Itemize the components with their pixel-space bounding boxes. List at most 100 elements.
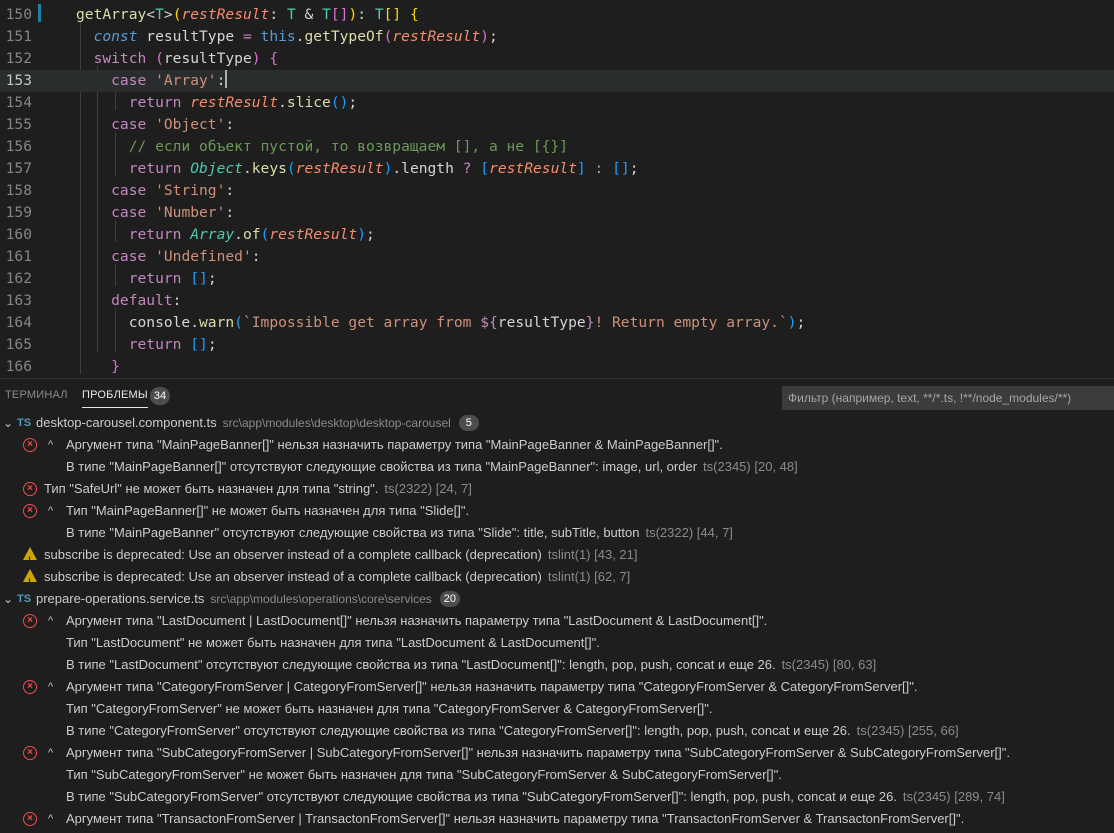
collapse-chevron-icon[interactable]: ^	[48, 434, 53, 456]
problem-detail-row[interactable]: Тип "SubCategoryFromServer" не может быт…	[0, 764, 1114, 786]
problem-error-row[interactable]: × ^ Аргумент типа "SubCategoryFromServer |…	[0, 742, 1114, 764]
problem-error-row[interactable]: × ^ Тип "MainPageBanner[]" не может быть н…	[0, 500, 1114, 522]
code-text: case 'String':	[76, 182, 235, 199]
file-path: src\app\modules\desktop\desktop-carousel	[222, 416, 451, 430]
line-number: 158	[5, 182, 32, 199]
collapse-chevron-icon[interactable]: ^	[48, 610, 53, 632]
line-number: 163	[5, 292, 32, 309]
problem-source: ts(2345) [20, 48]	[703, 459, 798, 474]
problem-message: Тип "SafeUrl" не может быть назначен для…	[44, 481, 472, 496]
problem-message: Аргумент типа "MainPageBanner[]" нельзя …	[66, 437, 723, 452]
problem-detail-row[interactable]: В типе "MainPageBanner" отсутствуют след…	[0, 522, 1114, 544]
line-number: 154	[5, 94, 32, 111]
file-name: prepare-operations.service.ts src\app\mod…	[36, 588, 461, 610]
code-line[interactable]: 160 return Array.of(restResult);	[0, 224, 1114, 246]
chevron-down-icon[interactable]: ⌄	[3, 588, 13, 610]
problem-message: В типе "SubCategoryFromServer" отсутству…	[66, 789, 1005, 804]
chevron-down-icon[interactable]: ⌄	[3, 412, 13, 434]
code-line[interactable]: 155 case 'Object':	[0, 114, 1114, 136]
problem-error-row[interactable]: × ^ Аргумент типа "CategoryFromServer | Ca…	[0, 676, 1114, 698]
error-icon: ×	[23, 746, 37, 760]
warning-icon	[23, 547, 37, 571]
collapse-chevron-icon[interactable]: ^	[48, 742, 53, 764]
problem-detail-row[interactable]: В типе "CategoryFromServer" отсутствуют …	[0, 720, 1114, 742]
problem-detail-row[interactable]: Тип "LastDocument" не может быть назначе…	[0, 632, 1114, 654]
code-line[interactable]: 154 return restResult.slice();	[0, 92, 1114, 114]
tab-problems[interactable]: ПРОБЛЕМЫ	[82, 389, 148, 408]
code-text: return restResult.slice();	[76, 94, 358, 111]
problem-detail-row[interactable]: Тип "CategoryFromServer" не может быть н…	[0, 698, 1114, 720]
line-number: 153	[5, 72, 32, 89]
tab-terminal[interactable]: ТЕРМИНАЛ	[5, 389, 68, 401]
line-number: 152	[5, 50, 32, 67]
code-line[interactable]: 166 }	[0, 356, 1114, 378]
code-line[interactable]: 163 default:	[0, 290, 1114, 312]
code-line[interactable]: 158 case 'String':	[0, 180, 1114, 202]
problem-error-row[interactable]: × ^ Аргумент типа "TransactonFromServer | …	[0, 808, 1114, 830]
code-line[interactable]: 156 // если объект пустой, то возвращаем…	[0, 136, 1114, 158]
line-number: 157	[5, 160, 32, 177]
problem-error-row[interactable]: × ^ Аргумент типа "LastDocument | LastDocu…	[0, 610, 1114, 632]
problem-file-group[interactable]: ⌄ TS desktop-carousel.component.ts src\app\…	[0, 412, 1114, 434]
code-line[interactable]: 151 const resultType = this.getTypeOf(re…	[0, 26, 1114, 48]
file-path: src\app\modules\operations\core\services	[210, 592, 432, 606]
code-text: switch (resultType) {	[76, 50, 279, 67]
problem-source: tslint(1) [43, 21]	[547, 547, 638, 562]
problem-message: Тип "SubCategoryFromServer" не может быт…	[66, 767, 782, 782]
text-cursor	[225, 70, 228, 88]
code-line[interactable]: 157 return Object.keys(restResult).lengt…	[0, 158, 1114, 180]
code-line[interactable]: 153 case 'Array':	[0, 70, 1114, 92]
problem-message: Тип "CategoryFromServer" не может быть н…	[66, 701, 713, 716]
problem-source: ts(2345) [255, 66]	[856, 723, 959, 738]
code-line[interactable]: 159 case 'Number':	[0, 202, 1114, 224]
problems-count-badge: 34	[150, 387, 170, 405]
problem-error-row[interactable]: × ^ Аргумент типа "MainPageBanner[]" нельз…	[0, 434, 1114, 456]
problem-message: subscribe is deprecated: Use an observer…	[44, 547, 638, 562]
code-text: default:	[76, 292, 182, 309]
problem-message: subscribe is deprecated: Use an observer…	[44, 569, 631, 584]
problem-detail-row[interactable]: В типе "LastDocument" отсутствуют следую…	[0, 654, 1114, 676]
code-line[interactable]: 152 switch (resultType) {	[0, 48, 1114, 70]
problem-warning-row[interactable]: subscribe is deprecated: Use an observer…	[0, 544, 1114, 571]
collapse-chevron-icon[interactable]: ^	[48, 500, 53, 522]
problem-file-group[interactable]: ⌄ TS prepare-operations.service.ts src\app\…	[0, 588, 1114, 610]
file-problem-count: 20	[439, 591, 461, 607]
code-text: return Array.of(restResult);	[76, 226, 375, 243]
problem-detail-row[interactable]: В типе "SubCategoryFromServer" отсутству…	[0, 786, 1114, 808]
problem-message: В типе "LastDocument" отсутствуют следую…	[66, 657, 877, 672]
problem-source: ts(2322) [44, 7]	[645, 525, 733, 540]
code-line[interactable]: 162 return [];	[0, 268, 1114, 290]
typescript-file-icon: TS	[17, 417, 32, 429]
error-icon: ×	[23, 504, 37, 518]
code-line[interactable]: 164 console.warn(`Impossible get array f…	[0, 312, 1114, 334]
panel-tabs: ТЕРМИНАЛ ПРОБЛЕМЫ 34	[0, 379, 1114, 415]
code-text: const resultType = this.getTypeOf(restRe…	[76, 28, 498, 45]
problem-message: В типе "CategoryFromServer" отсутствуют …	[66, 723, 959, 738]
problem-message: В типе "MainPageBanner" отсутствуют след…	[66, 525, 733, 540]
line-number: 151	[5, 28, 32, 45]
problem-source: tslint(1) [62, 7]	[547, 569, 631, 584]
problem-detail-row[interactable]: В типе "MainPageBanner[]" отсутствуют сл…	[0, 456, 1114, 478]
problem-message: Аргумент типа "SubCategoryFromServer | S…	[66, 745, 1011, 760]
error-icon: ×	[23, 482, 37, 496]
collapse-chevron-icon[interactable]: ^	[48, 808, 53, 830]
code-text: return [];	[76, 270, 217, 287]
code-text: }	[76, 358, 120, 375]
collapse-chevron-icon[interactable]: ^	[48, 676, 53, 698]
problems-filter-input[interactable]	[782, 386, 1114, 410]
file-problem-count: 5	[458, 415, 479, 431]
problem-error-row[interactable]: × Тип "SafeUrl" не может быть назначен дл…	[0, 478, 1114, 500]
code-text: case 'Object':	[76, 116, 235, 133]
code-line[interactable]: 150 getArray<T>(restResult: T & T[]): T[]…	[0, 4, 1114, 26]
line-number: 165	[5, 336, 32, 353]
error-icon: ×	[23, 812, 37, 826]
problem-warning-row[interactable]: subscribe is deprecated: Use an observer…	[0, 566, 1114, 593]
code-editor[interactable]: 150 getArray<T>(restResult: T & T[]): T[]…	[0, 0, 1114, 378]
line-number: 162	[5, 270, 32, 287]
code-line[interactable]: 165 return [];	[0, 334, 1114, 356]
problem-message: Аргумент типа "CategoryFromServer | Cate…	[66, 679, 918, 694]
code-text: console.warn(`Impossible get array from …	[76, 314, 806, 331]
code-text: return Object.keys(restResult).length ? …	[76, 160, 639, 177]
warning-icon	[23, 569, 37, 593]
code-line[interactable]: 161 case 'Undefined':	[0, 246, 1114, 268]
